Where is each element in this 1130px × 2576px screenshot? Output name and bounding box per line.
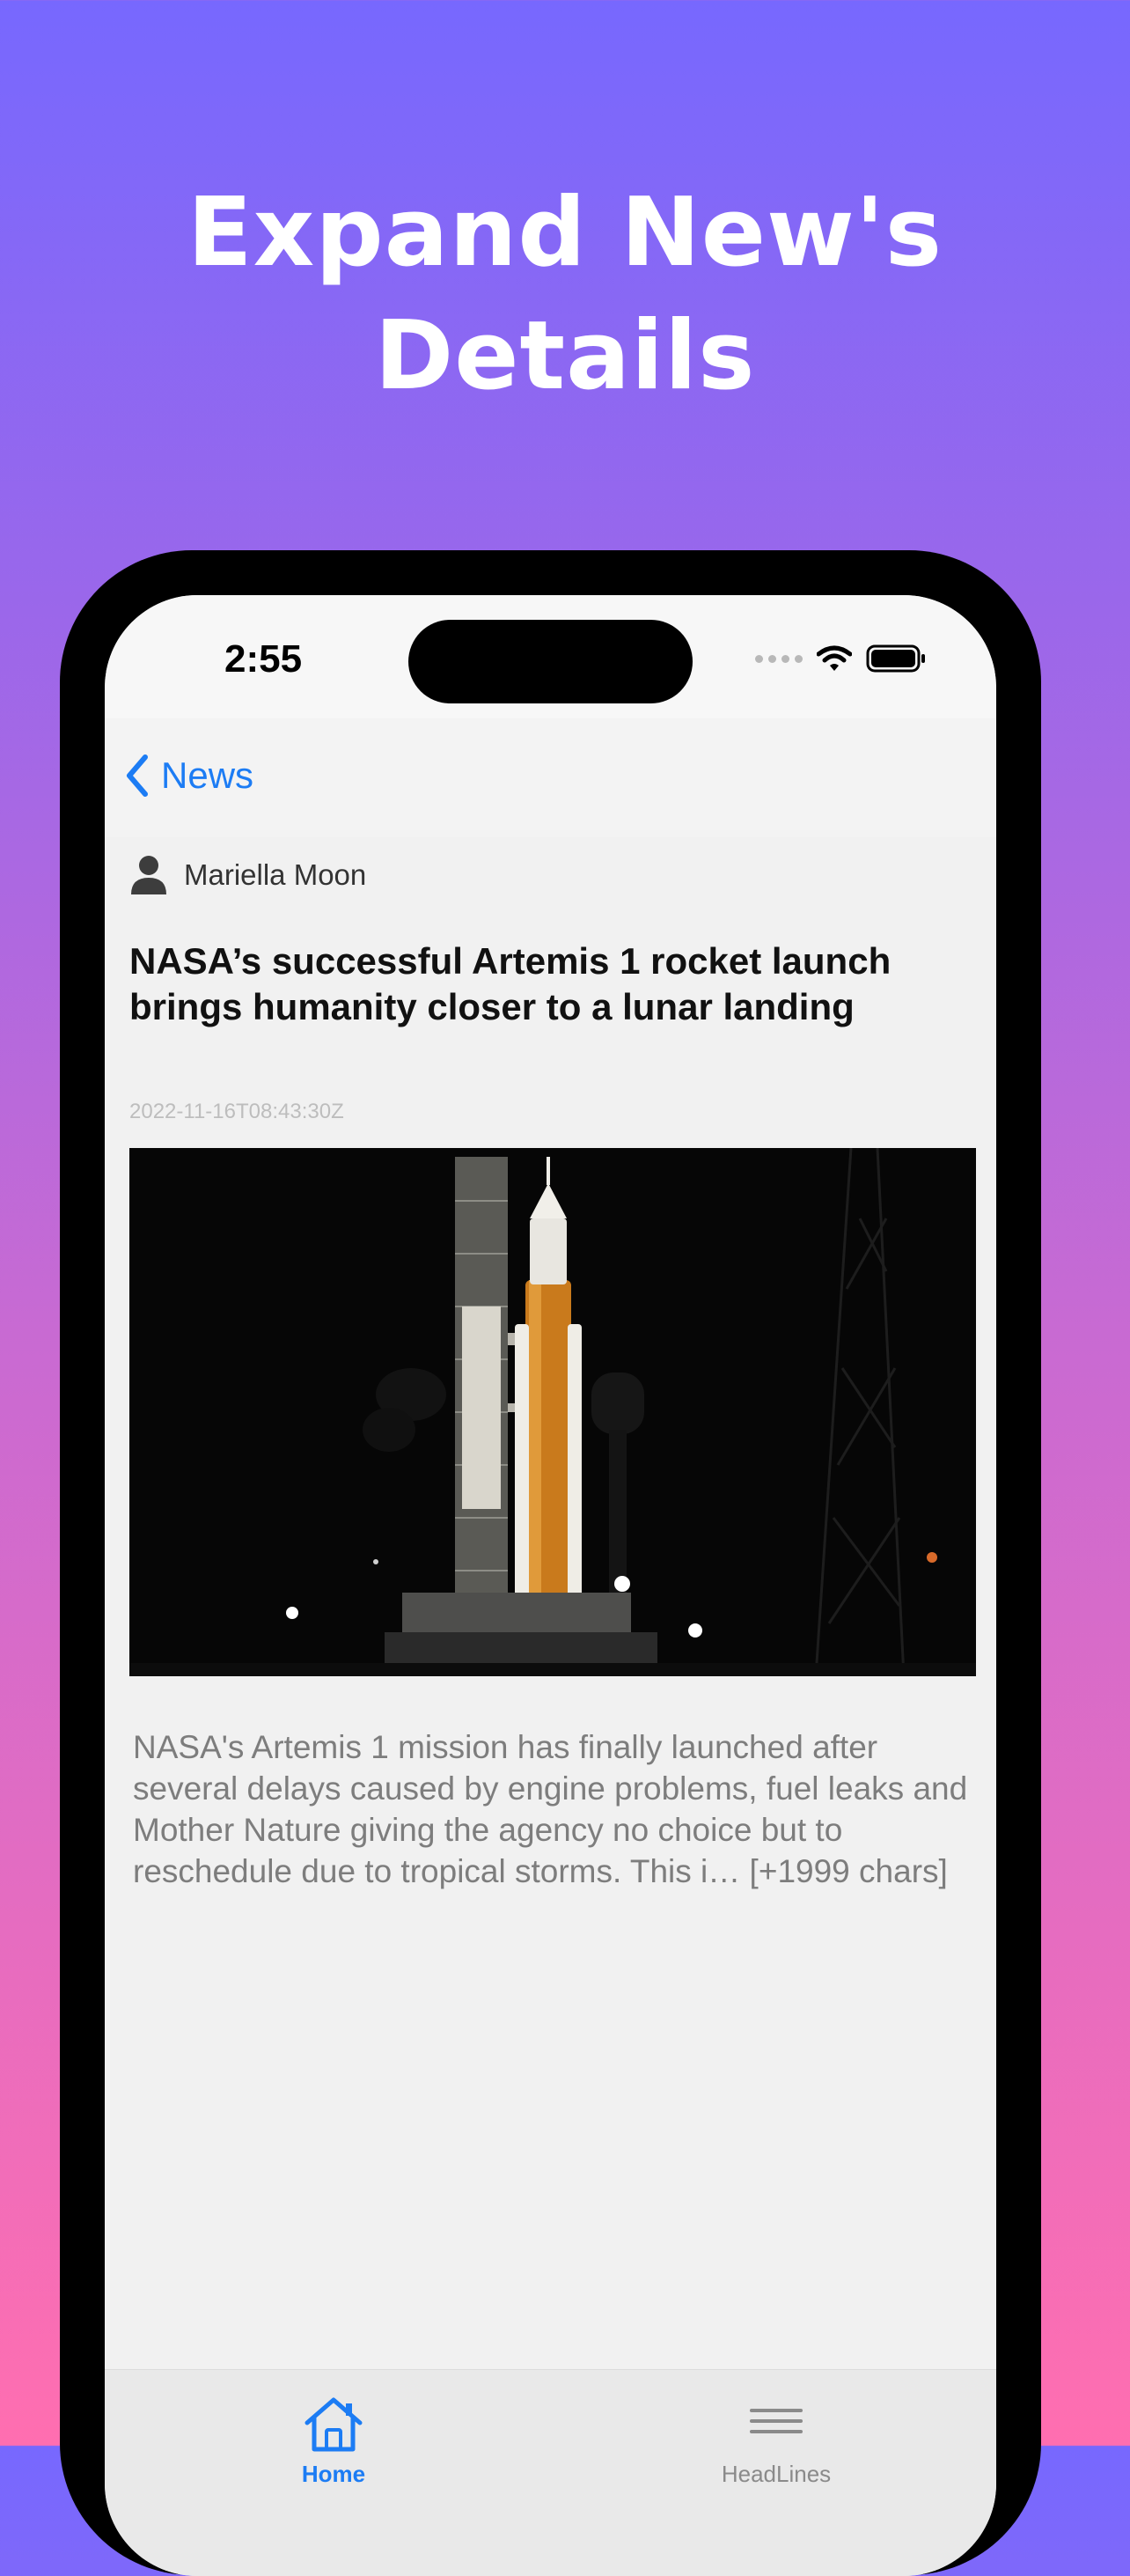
rocket-launch-photo xyxy=(129,1148,976,1676)
tab-home-label: Home xyxy=(301,2461,366,2487)
tab-bar: Home HeadLines xyxy=(105,2369,996,2576)
author-row: Mariella Moon xyxy=(129,855,366,895)
phone-frame: 2:55 News Mariella Moon NASA’s successfu… xyxy=(60,550,1041,2576)
back-button[interactable]: News xyxy=(124,754,253,798)
tab-headlines[interactable]: HeadLines xyxy=(666,2395,886,2488)
article-detail: Mariella Moon NASA’s successful Artemis … xyxy=(105,837,996,2334)
lines-icon xyxy=(750,2409,803,2433)
tab-home[interactable]: Home xyxy=(224,2395,444,2488)
status-bar: 2:55 xyxy=(105,595,996,718)
tab-headlines-label: HeadLines xyxy=(721,2461,832,2487)
status-icons xyxy=(755,644,928,673)
author-name: Mariella Moon xyxy=(184,858,367,891)
wifi-icon xyxy=(817,645,852,671)
dynamic-island xyxy=(408,620,693,703)
cellular-signal-icon xyxy=(755,654,803,663)
article-title: NASA’s successful Artemis 1 rocket launc… xyxy=(129,940,892,1027)
promo-headline: Expand New's Details xyxy=(187,178,943,411)
phone-screen: 2:55 News Mariella Moon NASA’s successfu… xyxy=(105,595,996,2576)
article-date: 2022-11-16T08:43:30Z xyxy=(129,1100,344,1123)
back-button-label: News xyxy=(161,754,254,796)
person-icon xyxy=(131,856,166,894)
chevron-left-icon xyxy=(127,754,148,797)
navigation-bar: News xyxy=(105,718,996,837)
article-description: NASA's Artemis 1 mission has finally lau… xyxy=(133,1729,968,1889)
article-image xyxy=(129,1148,976,1676)
status-time: 2:55 xyxy=(224,637,303,681)
battery-icon xyxy=(866,644,925,673)
house-icon xyxy=(305,2397,363,2452)
